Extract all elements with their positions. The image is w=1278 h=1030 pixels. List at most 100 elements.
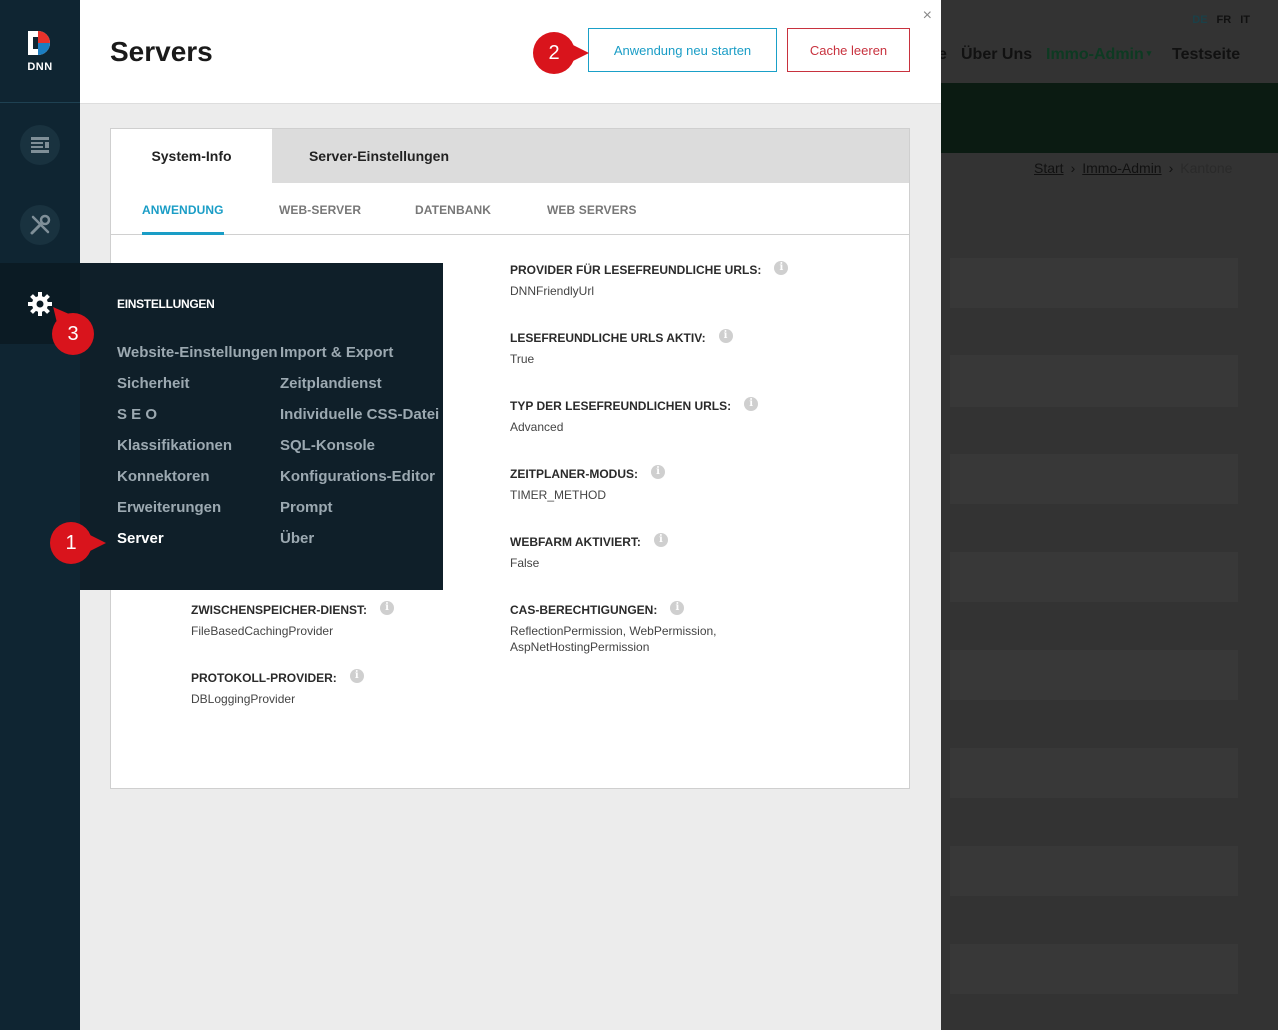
field-friendly-url-provider: PROVIDER FÜR LESEFREUNDLICHE URLS: i DNNF… — [510, 261, 789, 299]
field-webfarm-enabled: WEBFARM AKTIVIERT: i False — [510, 533, 668, 571]
menu-item-servers[interactable]: Server — [117, 530, 164, 547]
callout-badge-1: 1 — [50, 522, 106, 564]
nav-item-testseite[interactable]: Testseite — [1172, 46, 1240, 64]
menu-item-custom-css[interactable]: Individuelle CSS-Datei — [280, 406, 439, 423]
settings-flyout-menu: EINSTELLUNGEN Website-Einstellungen Sich… — [80, 263, 443, 590]
sub-tabs: ANWENDUNG WEB-SERVER DATENBANK WEB SERVE… — [111, 183, 909, 235]
nav-item-partial[interactable]: e — [940, 46, 947, 64]
field-label: PROTOKOLL-PROVIDER: — [191, 671, 337, 685]
field-scheduler-mode: ZEITPLANER-MODUS: i TIMER_METHOD — [510, 465, 665, 503]
dnn-logo-icon — [28, 31, 50, 55]
nav-item-immo-admin-label: Immo-Admin — [1046, 46, 1144, 63]
info-icon[interactable]: i — [670, 601, 685, 615]
field-value: DNNFriendlyUrl — [510, 284, 595, 298]
callout-badge-2: 2 — [533, 32, 589, 74]
content-icon-glyph — [31, 137, 49, 153]
subtab-web-servers[interactable]: WEB SERVERS — [547, 203, 637, 217]
info-icon[interactable]: i — [651, 465, 665, 479]
field-label: ZEITPLANER-MODUS: — [510, 467, 638, 481]
tab-system-info[interactable]: System-Info — [111, 129, 272, 183]
menu-item-seo[interactable]: S E O — [117, 406, 157, 423]
tab-server-settings[interactable]: Server-Einstellungen — [272, 129, 486, 183]
callout-number: 2 — [548, 41, 560, 64]
field-label: ZWISCHENSPEICHER-DIENST: — [191, 603, 368, 617]
field-value: False — [510, 556, 540, 570]
callout-badge-3: 3 — [46, 301, 94, 355]
lang-de[interactable]: DE — [1192, 14, 1207, 26]
callout-number: 3 — [67, 322, 79, 345]
language-switcher: DE FR IT — [1192, 14, 1250, 26]
menu-item-scheduler[interactable]: Zeitplandienst — [280, 375, 382, 392]
nav-item-immo-admin[interactable]: Immo-Admin ▾ — [1046, 46, 1151, 64]
menu-item-sql-console[interactable]: SQL-Konsole — [280, 437, 375, 454]
field-label: LESEFREUNDLICHE URLS AKTIV: — [510, 331, 706, 345]
menu-item-connectors[interactable]: Konnektoren — [117, 468, 210, 485]
field-friendly-urls-enabled: LESEFREUNDLICHE URLS AKTIV: i True — [510, 329, 733, 367]
menu-item-security[interactable]: Sicherheit — [117, 375, 190, 392]
breadcrumb-immo-admin[interactable]: Immo-Admin — [1082, 160, 1161, 176]
menu-item-extensions[interactable]: Erweiterungen — [117, 499, 221, 516]
subtab-web-server[interactable]: WEB-SERVER — [279, 203, 361, 217]
menu-item-config-editor[interactable]: Konfigurations-Editor — [280, 468, 435, 485]
content-icon[interactable] — [20, 125, 60, 165]
nav-item-ueber-uns[interactable]: Über Uns — [961, 46, 1032, 64]
field-caching-provider: ZWISCHENSPEICHER-DIENST: i FileBasedCachi… — [191, 601, 395, 639]
breadcrumb: Start › Immo-Admin › Kantone — [1034, 160, 1232, 176]
callout-number: 1 — [65, 531, 77, 554]
panel-header: Servers × Anwendung neu starten Cache le… — [80, 0, 941, 104]
caret-down-icon: ▾ — [1146, 48, 1152, 58]
clear-cache-button[interactable]: Cache leeren — [787, 28, 910, 72]
page-title: Servers — [110, 36, 213, 67]
info-icon[interactable]: i — [744, 397, 759, 411]
menu-item-import-export[interactable]: Import & Export — [280, 344, 393, 361]
flyout-heading: EINSTELLUNGEN — [117, 297, 215, 311]
background-website: DE FR IT e Über Uns Immo-Admin ▾ Testseit… — [940, 0, 1278, 1030]
field-value: ReflectionPermission, WebPermission, AspN… — [510, 623, 717, 655]
field-value-line: AspNetHostingPermission — [510, 640, 650, 654]
field-label: PROVIDER FÜR LESEFREUNDLICHE URLS: — [510, 263, 762, 277]
menu-item-about[interactable]: Über — [280, 530, 314, 547]
info-icon[interactable]: i — [774, 261, 789, 275]
bg-row — [950, 454, 1238, 504]
main-tabs: System-Info Server-Einstellungen — [111, 129, 909, 183]
lang-it[interactable]: IT — [1240, 14, 1250, 26]
breadcrumb-separator: › — [1168, 160, 1174, 176]
close-icon[interactable]: × — [923, 7, 932, 25]
menu-item-taxonomy[interactable]: Klassifikationen — [117, 437, 232, 454]
menu-item-prompt[interactable]: Prompt — [280, 499, 333, 516]
bg-row — [950, 748, 1238, 798]
subtab-database[interactable]: DATENBANK — [415, 203, 491, 217]
dnn-logo[interactable]: DNN — [0, 0, 80, 103]
callout-arrow-icon — [571, 44, 589, 62]
breadcrumb-start[interactable]: Start — [1034, 160, 1064, 176]
field-label: TYP DER LESEFREUNDLICHEN URLS: — [510, 399, 732, 413]
callout-arrow-icon — [88, 534, 106, 552]
site-banner — [940, 83, 1278, 153]
info-icon[interactable]: i — [653, 533, 668, 547]
field-friendly-url-type: TYP DER LESEFREUNDLICHEN URLS: i Advanced — [510, 397, 759, 435]
info-icon[interactable]: i — [718, 329, 733, 343]
info-icon[interactable]: i — [349, 669, 364, 683]
field-value: True — [510, 352, 535, 366]
subtab-application[interactable]: ANWENDUNG — [142, 203, 224, 235]
restart-application-button[interactable]: Anwendung neu starten — [588, 28, 777, 72]
breadcrumb-current: Kantone — [1180, 160, 1233, 176]
info-icon[interactable]: i — [380, 601, 395, 615]
lang-fr[interactable]: FR — [1217, 14, 1232, 26]
bg-row — [950, 258, 1238, 308]
field-logging-provider: PROTOKOLL-PROVIDER: i DBLoggingProvider — [191, 669, 364, 707]
breadcrumb-separator: › — [1070, 160, 1076, 176]
field-value: Advanced — [510, 420, 564, 434]
field-value: TIMER_METHOD — [510, 488, 606, 502]
tools-icon[interactable] — [20, 205, 60, 245]
bg-row — [950, 944, 1238, 994]
persona-bar: DNN — [0, 0, 80, 1030]
field-label: CAS-BERECHTIGUNGEN: — [510, 603, 658, 617]
field-value: DBLoggingProvider — [191, 692, 296, 706]
menu-item-site-settings[interactable]: Website-Einstellungen — [117, 344, 278, 361]
field-value: FileBasedCachingProvider — [191, 624, 334, 638]
bg-row — [950, 355, 1238, 407]
bg-row — [950, 650, 1238, 700]
bg-row — [950, 552, 1238, 602]
bg-row — [950, 846, 1238, 896]
